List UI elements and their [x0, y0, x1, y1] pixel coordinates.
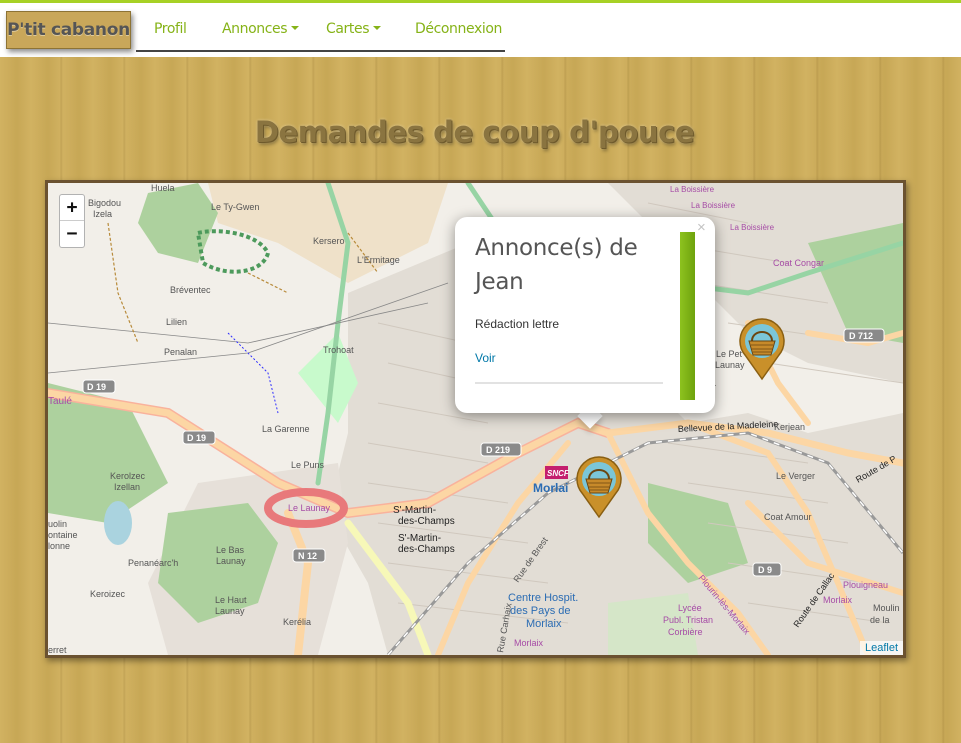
- map-label: Le Puns: [291, 460, 325, 470]
- map-label: Morlaix: [526, 618, 562, 630]
- map-label: Coat Congar: [773, 258, 824, 268]
- map-label: S'-Martin-: [398, 533, 441, 544]
- map-label: Moulin: [873, 603, 900, 613]
- caret-down-icon: [291, 25, 300, 30]
- nav-item-deconnexion[interactable]: Déconnexion: [415, 21, 502, 37]
- road-shield: D 19: [87, 382, 106, 392]
- map-label: Launay: [216, 556, 246, 566]
- map-label: Keroizec: [90, 589, 126, 599]
- map-label: lonne: [48, 541, 70, 551]
- sncf-logo: SNCF: [547, 469, 570, 478]
- popup-divider: [475, 382, 663, 384]
- map-label: des Pays de: [510, 605, 571, 617]
- nav-item-label: Cartes: [326, 21, 370, 37]
- map-label: L'Ermitage: [357, 255, 400, 265]
- zoom-control: + −: [59, 194, 85, 248]
- road-shield: N 12: [298, 551, 317, 561]
- map-label: Lycée: [678, 603, 702, 613]
- map-label: erret: [48, 645, 67, 655]
- map-label: La Garenne: [262, 424, 310, 434]
- map-label: des-Champs: [398, 516, 455, 527]
- popup-title: Annonce(s) de Jean: [475, 235, 638, 295]
- map-label: Morlai: [533, 481, 568, 495]
- map-label: Bréventec: [170, 285, 211, 295]
- map-label: La Boissière: [670, 185, 715, 194]
- page-title: Demandes de coup d'pouce: [254, 115, 695, 149]
- map-label: Le Bas: [216, 545, 245, 555]
- map-label: Le Ty-Gwen: [211, 202, 259, 212]
- zoom-out-button[interactable]: −: [60, 221, 84, 247]
- map-label: Corbière: [668, 627, 703, 637]
- map-label: Izela: [93, 209, 112, 219]
- map-label: Le Verger: [776, 471, 815, 481]
- close-icon[interactable]: ×: [697, 219, 706, 236]
- map-label: Kerélia: [283, 617, 311, 627]
- road-shield: D 712: [849, 331, 873, 341]
- map-label: Penanéarc'h: [128, 558, 178, 568]
- map-label: S'-Martin-: [393, 505, 436, 516]
- popup-accent-bar: [680, 232, 695, 400]
- map-label: Morlaix: [514, 638, 544, 648]
- road-shield: D 19: [187, 433, 206, 443]
- map-label: Taulé: [48, 396, 72, 407]
- nav-item-label: Annonces: [222, 21, 288, 37]
- map-label: Plouigneau: [843, 580, 888, 590]
- map-label: Penalan: [164, 347, 197, 357]
- map-label: Lilien: [166, 317, 187, 327]
- map-label: Kerolzec: [110, 471, 146, 481]
- nav-item-annonces[interactable]: Annonces: [222, 21, 300, 37]
- basket-marker-icon[interactable]: [737, 317, 787, 381]
- map-label: Le Launay: [288, 503, 331, 513]
- map-label: La Boissière: [691, 201, 736, 210]
- map-label: Bigodou: [88, 198, 121, 208]
- map-label: Publ. Tristan: [663, 615, 713, 625]
- brand-logo[interactable]: P'tit cabanon: [6, 11, 131, 49]
- zoom-in-button[interactable]: +: [60, 195, 84, 221]
- map-label: Coat Amour: [764, 512, 812, 522]
- nav-item-label: Profil: [154, 21, 187, 37]
- map-label: Centre Hospit.: [508, 592, 578, 604]
- navbar: P'tit cabanon Profil Annonces Cartes Déc…: [0, 3, 961, 57]
- map-label: Le Haut: [215, 595, 247, 605]
- nav-menu: Profil Annonces Cartes Déconnexion: [136, 3, 505, 52]
- road-shield: D 9: [758, 565, 772, 575]
- map-label: Trohoat: [323, 345, 354, 355]
- map-label: de la: [870, 615, 890, 625]
- map-label: Kersero: [313, 236, 345, 246]
- map-label: ontaine: [48, 530, 78, 540]
- road-shield: D 219: [486, 445, 510, 455]
- marker-popup: Annonce(s) de Jean Rédaction lettre Voir…: [455, 217, 715, 413]
- map-label: Morlaix: [823, 595, 853, 605]
- basket-marker-icon[interactable]: [574, 455, 624, 519]
- nav-item-label: Déconnexion: [415, 21, 502, 37]
- nav-item-cartes[interactable]: Cartes: [326, 21, 382, 37]
- map-label: uolin: [48, 519, 67, 529]
- map-container[interactable]: Huela Bigodou Izela Le Ty-Gwen Kersero L…: [45, 180, 906, 658]
- map-label: des-Champs: [398, 544, 455, 555]
- caret-down-icon: [373, 25, 382, 30]
- map-label: Launay: [215, 606, 245, 616]
- nav-item-profil[interactable]: Profil: [154, 21, 187, 37]
- attribution-link[interactable]: Leaflet: [859, 641, 903, 655]
- map-label: Kerjean: [774, 422, 805, 432]
- map-label: Izellan: [114, 482, 140, 492]
- popup-text: Rédaction lettre: [475, 317, 560, 331]
- map-label: Huela: [151, 183, 175, 193]
- popup-view-link[interactable]: Voir: [475, 351, 496, 365]
- map-label: La Boissière: [730, 223, 775, 232]
